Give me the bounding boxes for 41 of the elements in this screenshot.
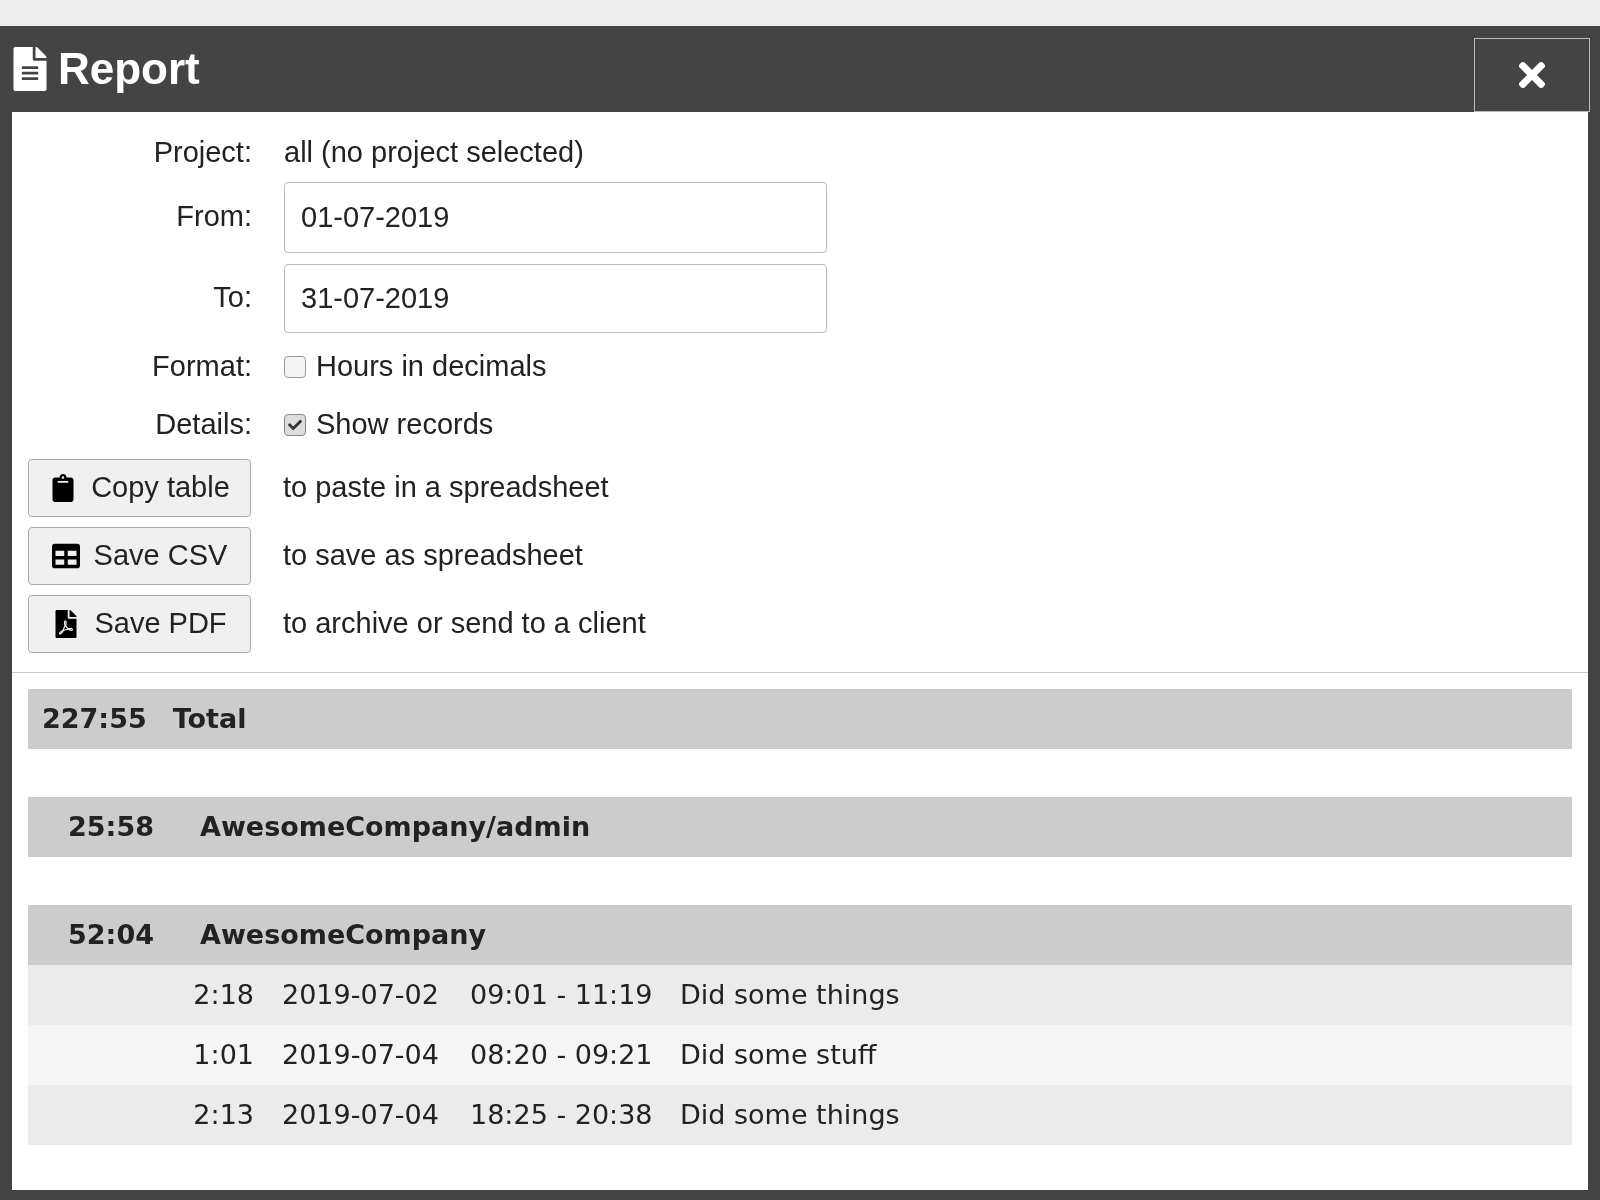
csv-icon <box>51 542 80 570</box>
record-duration: 2:13 <box>192 1097 254 1132</box>
record-time-span: 09:01 - 11:19 <box>470 977 654 1012</box>
to-date-field[interactable]: 31-07-2019 <box>284 263 827 333</box>
total-label: Total <box>172 701 247 736</box>
check-icon <box>288 418 302 432</box>
record-date: 2019-07-04 <box>282 1037 440 1072</box>
record-description: Did some things <box>680 977 900 1012</box>
field-label: To: <box>213 281 252 314</box>
action-button[interactable]: Save PDF <box>28 595 251 653</box>
project-time: 25:58 <box>67 809 154 844</box>
action-description: to paste in a spreadsheet <box>283 470 609 506</box>
action-description: to archive or send to a client <box>283 606 646 642</box>
record-time-span: 18:25 - 20:38 <box>470 1097 654 1132</box>
checkbox[interactable] <box>284 414 306 436</box>
record-description: Did some things <box>680 1097 900 1132</box>
record-date: 2019-07-02 <box>282 977 440 1012</box>
field-label: Format: <box>152 350 252 383</box>
project-value: all (no project selected) <box>284 135 584 171</box>
record-duration: 1:01 <box>192 1037 254 1072</box>
from-date-field[interactable]: 01-07-2019 <box>284 181 827 253</box>
project-name: AwesomeCompany/admin <box>200 809 591 844</box>
close-button[interactable] <box>1474 38 1590 112</box>
field-label: Details: <box>155 408 252 441</box>
report-icon <box>12 47 48 91</box>
field-label: From: <box>176 200 252 233</box>
record-time-span: 08:20 - 09:21 <box>470 1037 654 1072</box>
project-name: AwesomeCompany <box>200 917 487 952</box>
dialog-title: Report <box>58 43 200 95</box>
field-label: Project: <box>153 136 252 169</box>
record-date: 2019-07-04 <box>282 1097 440 1132</box>
project-time: 52:04 <box>67 917 154 952</box>
record-duration: 2:18 <box>192 977 254 1012</box>
checkbox-label: Show records <box>316 407 494 443</box>
total-time: 227:55 <box>42 701 147 736</box>
action-button[interactable]: Save CSV <box>28 527 251 585</box>
action-button[interactable]: Copy table <box>28 459 251 517</box>
record-description: Did some stuff <box>680 1037 877 1072</box>
action-description: to save as spreadsheet <box>283 538 583 574</box>
checkbox-label: Hours in decimals <box>316 349 547 385</box>
checkbox[interactable] <box>284 356 306 378</box>
